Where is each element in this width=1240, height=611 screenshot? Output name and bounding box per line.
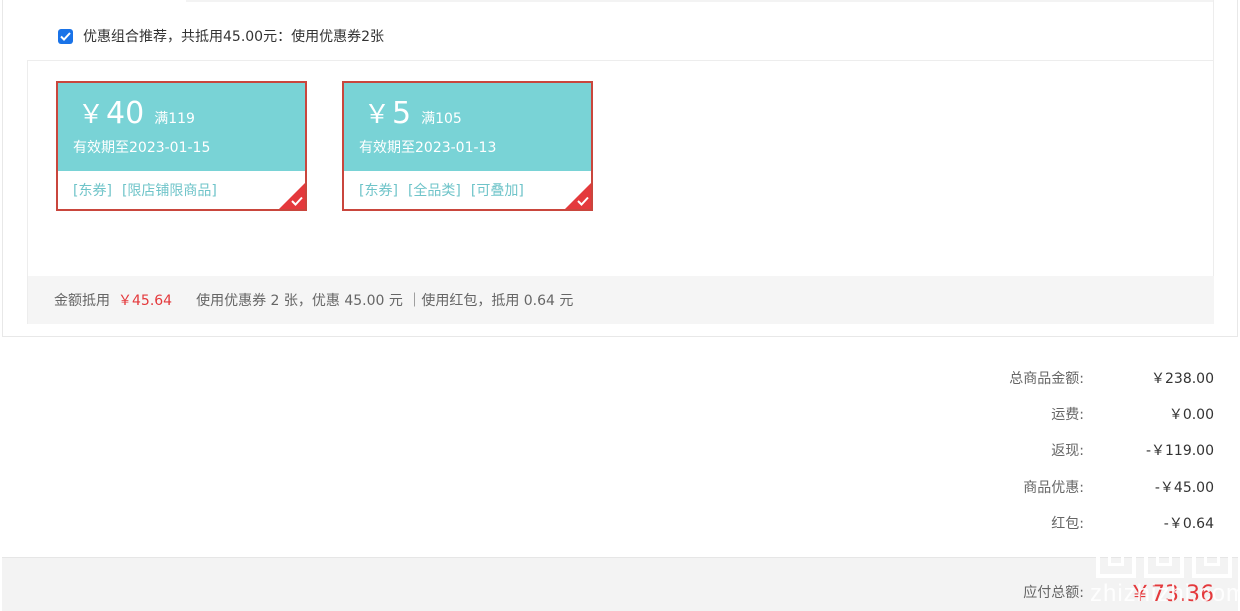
coupon-tags: [东券] [全品类] [可叠加]	[359, 180, 534, 200]
check-icon	[60, 31, 71, 41]
summary-amount: ￥45.64	[118, 293, 173, 309]
payable-label: 应付总额:	[1023, 585, 1084, 601]
coupon-currency: ￥	[78, 100, 105, 130]
total-label: 商品优惠:	[1023, 480, 1084, 496]
check-icon	[577, 196, 589, 206]
coupon-condition: 满105	[421, 111, 462, 127]
recommend-combo[interactable]: 优惠组合推荐，共抵用45.00元：使用优惠券2张	[58, 25, 384, 47]
watermark-glyph	[1096, 530, 1136, 578]
coupon-tag: [全品类]	[407, 183, 461, 199]
coupon-amount: ￥40 满119	[78, 97, 195, 136]
coupon-header: ￥40 满119 有效期至2023-01-15	[58, 83, 305, 171]
coupon-tag: [可叠加]	[470, 183, 524, 199]
watermark-glyph	[1192, 530, 1232, 578]
recommend-checkbox[interactable]	[58, 28, 73, 44]
top-strip	[186, 0, 1214, 2]
check-icon	[291, 196, 303, 206]
coupon-value: 5	[392, 96, 412, 131]
coupon-card[interactable]: ￥40 满119 有效期至2023-01-15 [东券] [限店铺限商品]	[56, 81, 307, 211]
summary-label: 金额抵用	[54, 293, 110, 309]
total-row: 返现: -￥119.00	[934, 440, 1214, 460]
total-row: 商品优惠: -￥45.00	[934, 477, 1214, 497]
total-value: -￥119.00	[1145, 443, 1214, 459]
coupon-card[interactable]: ￥5 满105 有效期至2023-01-13 [东券] [全品类] [可叠加]	[342, 81, 593, 211]
watermark-glyph	[1144, 530, 1184, 578]
recommend-text: 优惠组合推荐，共抵用45.00元：使用优惠券2张	[83, 29, 384, 45]
discount-summary: 金额抵用 ￥45.64 使用优惠券 2 张，优惠 45.00 元 ｜使用红包，抵…	[28, 276, 1214, 324]
total-row: 总商品金额: ￥238.00	[934, 368, 1214, 388]
coupon-currency: ￥	[364, 100, 391, 130]
coupon-expire: 有效期至2023-01-13	[359, 140, 497, 156]
total-value: ￥0.00	[1168, 407, 1214, 423]
coupon-tags: [东券] [限店铺限商品]	[73, 180, 227, 200]
divider	[28, 60, 1214, 61]
total-label: 运费:	[1051, 407, 1084, 423]
summary-detail: 使用优惠券 2 张，优惠 45.00 元 ｜使用红包，抵用 0.64 元	[196, 293, 574, 309]
total-label: 总商品金额:	[1009, 371, 1084, 387]
total-value: ￥238.00	[1151, 371, 1214, 387]
coupon-tag: [限店铺限商品]	[121, 183, 217, 199]
coupon-tag: [东券]	[73, 183, 112, 199]
coupon-condition: 满119	[154, 111, 195, 127]
total-label: 返现:	[1051, 443, 1084, 459]
total-label: 红包:	[1051, 516, 1084, 532]
site-watermark: zhizhizhi.com	[1090, 530, 1240, 611]
watermark-text: zhizhizhi.com	[1090, 580, 1240, 607]
coupon-header: ￥5 满105 有效期至2023-01-13	[344, 83, 591, 171]
coupon-amount: ￥5 满105	[364, 97, 462, 136]
total-row: 运费: ￥0.00	[934, 404, 1214, 424]
coupon-value: 40	[106, 96, 145, 131]
coupon-expire: 有效期至2023-01-15	[73, 140, 211, 156]
watermark-logo	[1096, 530, 1240, 578]
coupon-tag: [东券]	[359, 183, 398, 199]
total-value: -￥45.00	[1154, 480, 1214, 496]
